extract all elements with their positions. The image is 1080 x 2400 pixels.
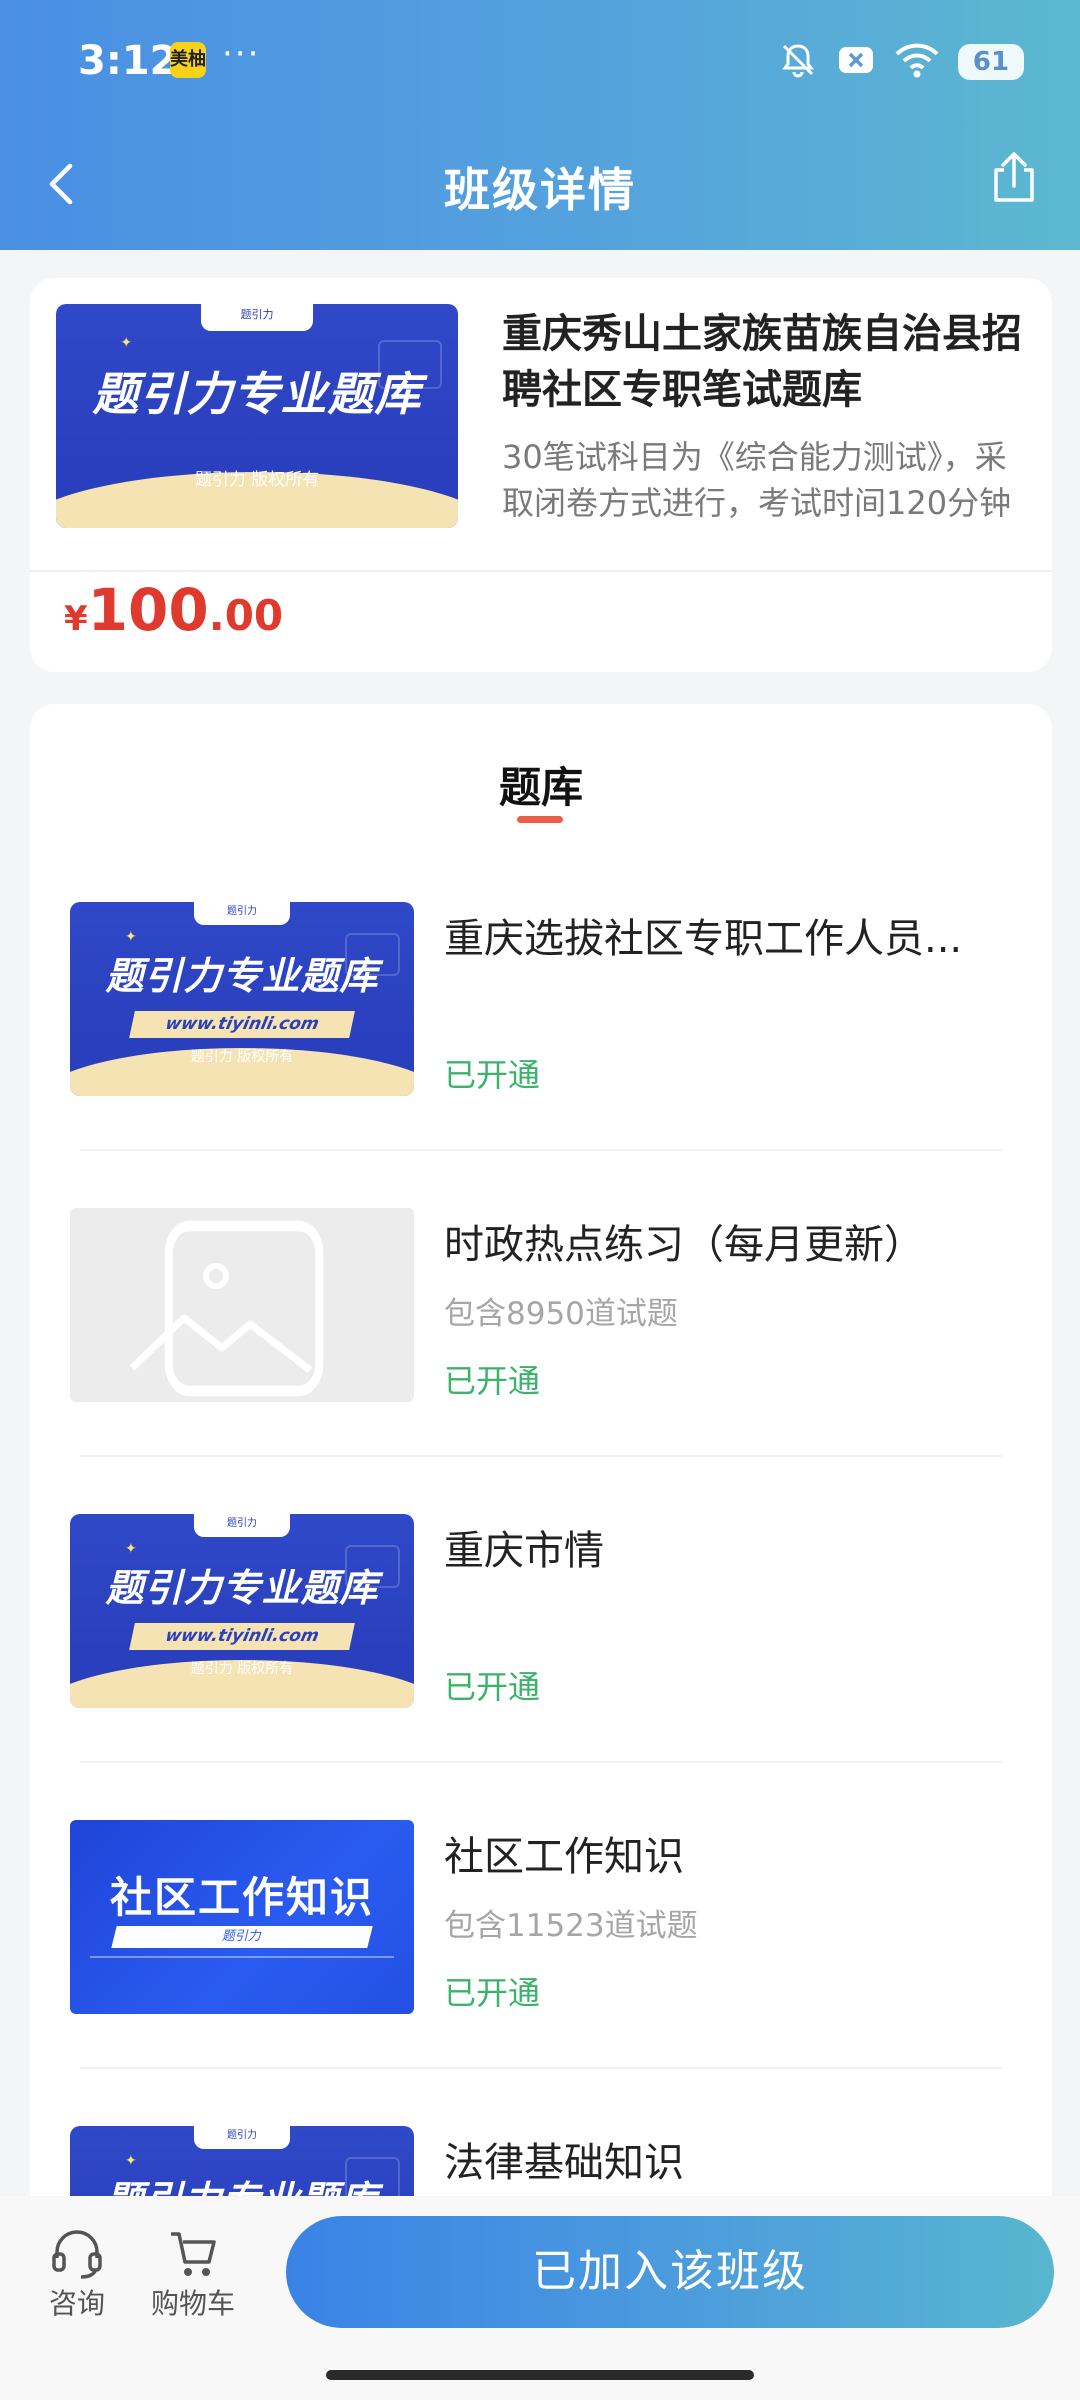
product-cover-image: 题引力 ✦ 题引力专业题库 题引力 版权所有: [56, 304, 458, 528]
bank-list-item[interactable]: 题引力 ✦ 题引力专业题库 www.tiyinli.com 题引力 版权所有 重…: [30, 902, 1052, 1208]
cover-url: www.tiyinli.com: [129, 1622, 355, 1650]
cover-title: 题引力专业题库: [105, 953, 379, 998]
cart-label: 购物车: [150, 2287, 235, 2320]
consult-button[interactable]: 咨询: [22, 2228, 132, 2322]
bank-item-title: 社区工作知识: [444, 1834, 684, 1880]
cover-copyright: 题引力 版权所有: [194, 470, 320, 491]
bank-item-cover: 题引力 ✦ 题引力专业题库 www.tiyinli.com 题引力 版权所有: [70, 1514, 414, 1708]
cover-brand-tab: 题引力: [193, 902, 291, 926]
bank-item-title: 重庆选拔社区专职工作人员...: [444, 916, 963, 962]
bank-item-status: 已开通: [444, 1056, 541, 1094]
divider: [80, 1761, 1002, 1763]
product-name: 重庆秀山土家族苗族自治县招聘社区专职笔试题库: [502, 311, 1022, 413]
star-icon: ✦: [125, 1541, 137, 1558]
section-title: 题库: [498, 763, 583, 812]
product-card[interactable]: 题引力 ✦ 题引力专业题库 题引力 版权所有 重庆秀山土家族苗族自治县招聘社区专…: [30, 278, 1052, 672]
price-decimal: .00: [208, 591, 284, 640]
question-bank-card: 题库 题引力 ✦ 题引力专业题库 www.tiyinli.com 题引力 版权所…: [30, 704, 1052, 2400]
image-placeholder-icon: [70, 1208, 414, 1402]
bank-list-item[interactable]: 社区工作知识 题引力 社区工作知识 包含11523道试题 已开通: [30, 1820, 1052, 2126]
price-currency: ¥: [64, 599, 88, 639]
page-title: 班级详情: [444, 163, 636, 217]
home-indicator[interactable]: [326, 2370, 754, 2380]
joined-class-button[interactable]: 已加入该班级: [286, 2216, 1054, 2328]
cover-title: 题引力专业题库: [92, 366, 422, 421]
status-icons: 61: [778, 40, 1024, 84]
status-bar: 3:12 美柚 ··· 61: [0, 30, 1080, 94]
star-icon: ✦: [125, 929, 137, 946]
cover-copyright: 题引力 版权所有: [190, 1048, 294, 1065]
close-box-icon: [836, 40, 876, 84]
bank-list-item[interactable]: 时政热点练习（每月更新） 包含8950道试题 已开通: [30, 1208, 1052, 1514]
product-description: 30笔试科目为《综合能力测试》，采取闭卷方式进行，考试时间120分钟: [502, 438, 1012, 522]
battery-icon: 61: [958, 44, 1024, 80]
bank-item-count: 包含8950道试题: [444, 1296, 678, 1332]
bank-item-cover: 题引力 ✦ 题引力专业题库 www.tiyinli.com 题引力 版权所有: [70, 902, 414, 1096]
cover-url: www.tiyinli.com: [129, 1010, 355, 1038]
headset-icon: [52, 2230, 102, 2279]
bank-item-status: 已开通: [444, 1974, 541, 2012]
cover-brand-tab: 题引力: [193, 2126, 291, 2150]
cover-brand-tab: 题引力: [200, 304, 314, 331]
star-icon: ✦: [125, 2153, 137, 2170]
cart-button[interactable]: 购物车: [138, 2228, 248, 2322]
share-icon: [994, 152, 1034, 202]
more-notifications-indicator: ···: [222, 34, 261, 74]
bank-item-status: 已开通: [444, 1668, 541, 1706]
cover-brand-strip: 题引力: [111, 1926, 373, 1948]
wifi-icon: [894, 40, 940, 84]
consult-label: 咨询: [48, 2287, 105, 2320]
product-price: ¥100.00: [64, 576, 283, 644]
status-time: 3:12: [78, 38, 178, 84]
bank-item-cover: 社区工作知识 题引力: [70, 1820, 414, 2014]
bank-item-title: 法律基础知识: [444, 2140, 684, 2186]
cover-brand-tab: 题引力: [193, 1514, 291, 1538]
divider: [30, 570, 1052, 572]
divider: [80, 1455, 1002, 1457]
cover-title: 社区工作知识: [109, 1873, 374, 1922]
price-integer: 100: [87, 576, 209, 644]
bank-list-item[interactable]: 题引力 ✦ 题引力专业题库 www.tiyinli.com 题引力 版权所有 重…: [30, 1514, 1052, 1820]
bell-muted-icon: [778, 40, 818, 84]
app-notification-badge: 美柚: [170, 42, 206, 78]
bank-item-title: 重庆市情: [444, 1528, 604, 1574]
bank-item-status: 已开通: [444, 1362, 541, 1400]
star-icon: ✦: [120, 335, 133, 352]
app-header: 3:12 美柚 ··· 61 班级详情: [0, 0, 1080, 250]
divider: [80, 1149, 1002, 1151]
divider: [90, 1956, 394, 1958]
section-title-underline: [517, 816, 563, 823]
bank-item-title: 时政热点练习（每月更新）: [444, 1222, 924, 1268]
divider: [80, 2067, 1002, 2069]
cover-copyright: 题引力 版权所有: [190, 1660, 294, 1677]
cart-icon: [171, 2232, 216, 2276]
cover-title: 题引力专业题库: [105, 1565, 379, 1610]
share-button[interactable]: [984, 148, 1044, 208]
bank-item-count: 包含11523道试题: [444, 1908, 698, 1944]
